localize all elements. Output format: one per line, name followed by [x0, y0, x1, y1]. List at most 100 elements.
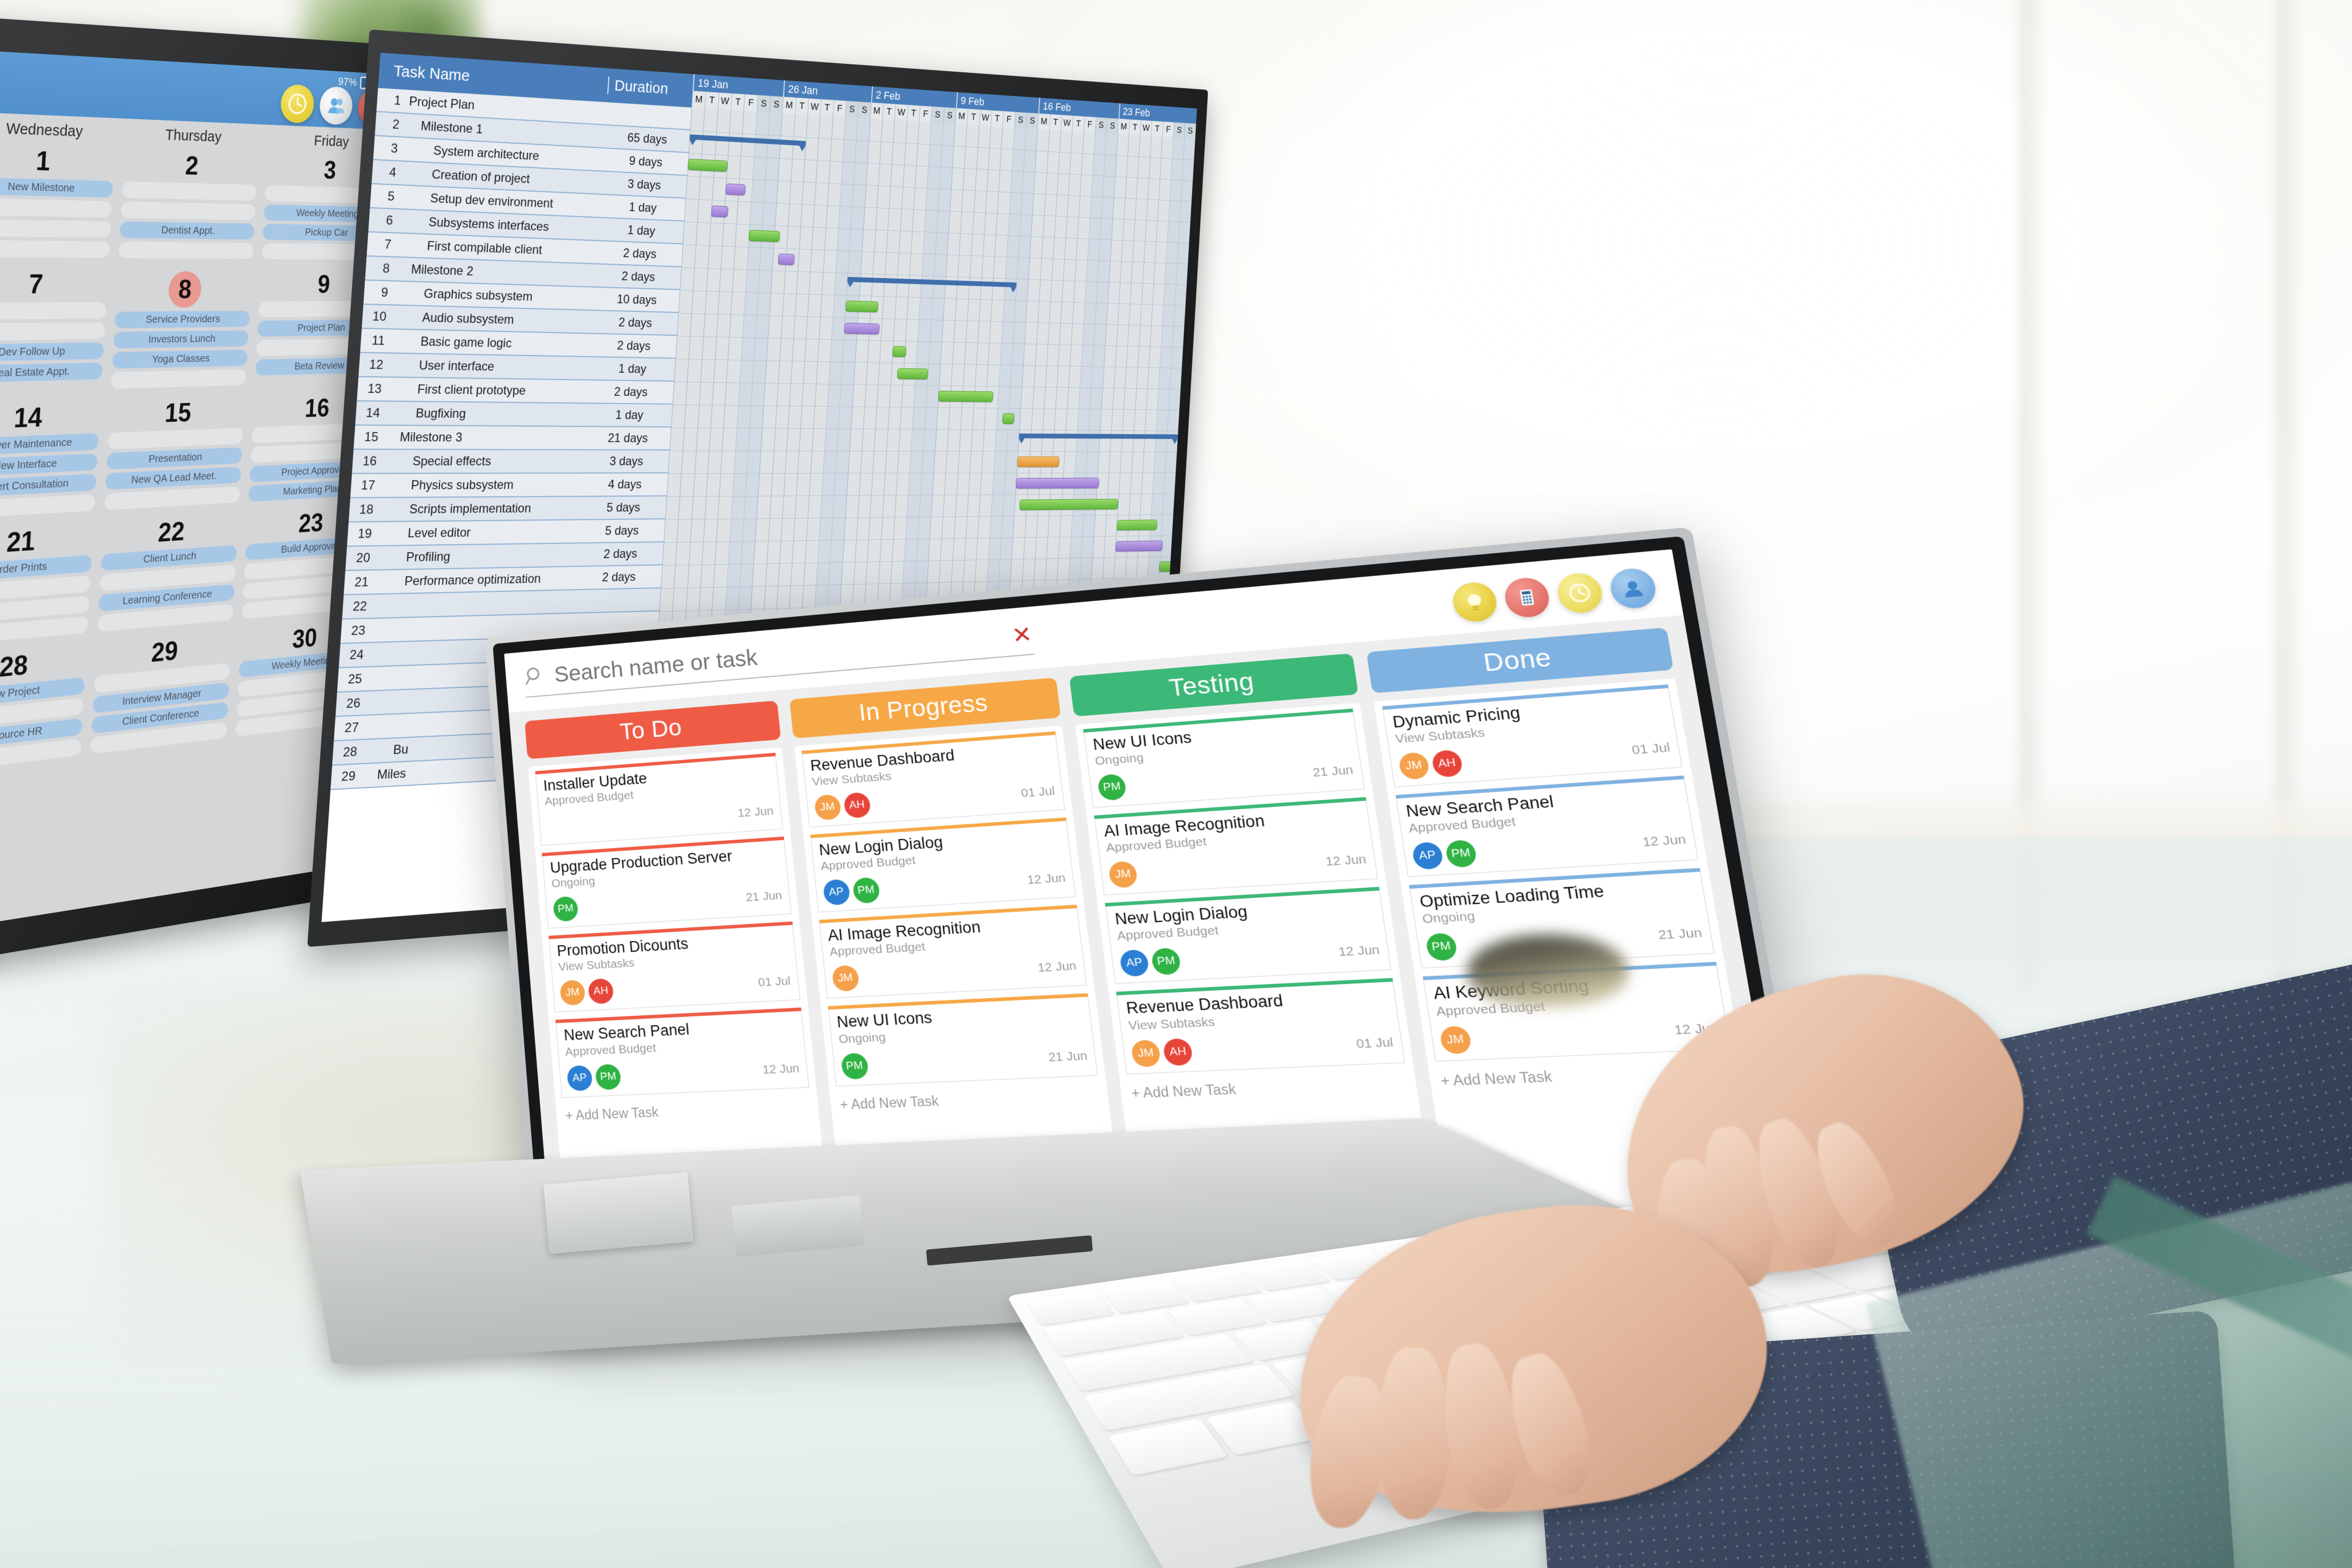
people-icon[interactable]	[319, 86, 353, 126]
calendar-event-empty-slot[interactable]	[0, 218, 111, 238]
gantt-task-bar[interactable]	[778, 253, 795, 266]
calendar-day-cell[interactable]: 28 New Project Outsource HR	[0, 642, 92, 784]
kanban-card[interactable]: New Search Panel Approved Budget AP PM 12 Ju…	[555, 1007, 809, 1098]
add-new-task-button[interactable]: + Add New Task	[836, 1084, 1101, 1114]
avatar[interactable]: PM	[594, 1063, 622, 1090]
calendar-event-empty-slot[interactable]	[0, 239, 110, 258]
calendar-event[interactable]: Presentation	[106, 447, 243, 470]
gantt-task-bar[interactable]	[725, 183, 746, 195]
calendar-day-cell[interactable]: 22 Client Lunch Learning Conference	[92, 511, 243, 642]
gantt-task-row[interactable]: 13 First client prototype 2 days	[357, 377, 674, 405]
calendar-day-cell[interactable]: 7 Dev Follow Up Real Estate Appt.	[0, 267, 113, 403]
gantt-task-bar[interactable]	[892, 346, 907, 357]
calendar-event[interactable]: New QA Lead Meet.	[105, 466, 242, 490]
calendar-event[interactable]: Dev Follow Up	[0, 342, 104, 362]
avatar[interactable]: JM	[813, 794, 842, 821]
calendar-event-empty-slot[interactable]	[103, 486, 240, 510]
kanban-card[interactable]: New Login Dialog Approved Budget AP PM 12 Ju…	[1105, 887, 1391, 984]
calendar-day-cell[interactable]: 8 Service Providers Investors Lunch Yoga Cl…	[105, 268, 257, 398]
kanban-card[interactable]: Dynamic Pricing View Subtasks JM AH 01 Jul	[1382, 684, 1683, 788]
gantt-task-bar[interactable]	[711, 205, 729, 217]
gantt-task-bar[interactable]	[748, 230, 780, 243]
clear-search-icon[interactable]: ✕	[1011, 622, 1034, 649]
gantt-task-bar[interactable]	[938, 390, 994, 402]
calendar-event-empty-slot[interactable]	[0, 198, 112, 218]
avatar[interactable]: PM	[1150, 947, 1182, 976]
avatar[interactable]: AH	[1430, 749, 1464, 778]
avatar[interactable]: JM	[1438, 1025, 1472, 1054]
avatar[interactable]: PM	[1424, 933, 1458, 962]
bulb-icon[interactable]	[1450, 581, 1499, 623]
avatar[interactable]: PM	[1097, 773, 1127, 801]
avatar[interactable]: AP	[566, 1065, 593, 1091]
gantt-task-bar[interactable]	[896, 368, 928, 380]
calendar-day-cell[interactable]: 2 Dentist Appt.	[113, 147, 263, 269]
calendar-event[interactable]: Server Maintenance	[0, 433, 99, 456]
calendar-day-cell[interactable]: 15 Presentation New QA Lead Meet.	[99, 395, 250, 521]
calendar-event[interactable]: New Milestone	[0, 177, 114, 198]
avatar[interactable]: JM	[559, 979, 586, 1006]
calendar-day-cell[interactable]: 29 Interview Manager Client Conference	[85, 629, 237, 765]
gantt-task-row[interactable]: 18 Scripts implementation 5 days	[348, 496, 667, 523]
calendar-event-empty-slot[interactable]	[107, 427, 244, 450]
calendar-event-empty-slot[interactable]	[0, 494, 96, 519]
avatar[interactable]: JM	[546, 813, 572, 839]
avatar[interactable]: PM	[552, 896, 579, 922]
add-new-task-button[interactable]: + Add New Task	[1127, 1072, 1409, 1103]
kanban-card[interactable]: Installer Update Approved Budget JM 12 Jun	[535, 752, 783, 846]
gantt-task-bar[interactable]	[1115, 540, 1163, 552]
calendar-event[interactable]: Yoga Classes	[111, 350, 248, 369]
kanban-card[interactable]: Revenue Dashboard View Subtasks JM AH 01 Jul	[801, 731, 1065, 828]
kanban-card[interactable]: New UI Icons Ongoing PM 21 Jun	[827, 993, 1098, 1087]
avatar[interactable]: AH	[1162, 1038, 1194, 1066]
avatar[interactable]: AP	[1119, 949, 1150, 977]
mouse-device[interactable]	[1467, 934, 1628, 1007]
calendar-day-cell[interactable]: 1 New Milestone	[0, 142, 120, 268]
kanban-card[interactable]: AI Image Recognition Approved Budget JM 12 …	[1094, 797, 1378, 896]
kanban-card[interactable]: Promotion Dicounts View Subtasks JM AH 01 Ju…	[548, 922, 801, 1013]
avatar[interactable]: AP	[1411, 841, 1444, 870]
avatar[interactable]: PM	[851, 877, 880, 904]
avatar[interactable]: PM	[1444, 839, 1477, 869]
calendar-event[interactable]: Real Estate Appt.	[0, 363, 103, 383]
avatar[interactable]: JM	[1130, 1039, 1162, 1067]
kanban-card[interactable]: AI Image Recognition Approved Budget JM 12 …	[818, 904, 1087, 999]
avatar[interactable]: AP	[822, 879, 851, 906]
calendar-event-empty-slot[interactable]	[0, 301, 107, 320]
gantt-task-bar[interactable]	[1019, 499, 1119, 510]
avatar[interactable]: AH	[842, 791, 871, 819]
gantt-task-bar[interactable]	[687, 159, 728, 172]
gantt-task-bar[interactable]	[845, 300, 879, 313]
calendar-event-empty-slot[interactable]	[110, 369, 247, 389]
calendar-event[interactable]: Service Providers	[114, 311, 250, 329]
kanban-card[interactable]: New Login Dialog Approved Budget AP PM 12 Ju…	[810, 817, 1076, 913]
calendar-event[interactable]: Dentist Appt.	[119, 221, 255, 240]
calendar-event-empty-slot[interactable]	[118, 242, 254, 259]
calendar-day-cell[interactable]: 21 Order Prints	[0, 521, 99, 657]
kanban-card[interactable]: New UI Icons Ongoing PM 21 Jun	[1083, 708, 1365, 808]
gantt-task-row[interactable]: 14 Bugfixing 1 day	[355, 401, 673, 428]
clock-icon[interactable]	[280, 84, 315, 124]
calendar-event[interactable]: Investors Lunch	[113, 330, 249, 349]
avatar[interactable]: AH	[587, 978, 614, 1005]
gantt-task-row[interactable]: 17 Physics subsystem 4 days	[350, 473, 668, 499]
gantt-task-bar[interactable]	[1015, 478, 1099, 489]
gantt-task-bar[interactable]	[1117, 519, 1158, 531]
avatar[interactable]: JM	[1107, 861, 1139, 889]
gantt-summary-bar[interactable]	[1019, 433, 1178, 439]
gantt-task-bar[interactable]	[1017, 456, 1060, 468]
avatar[interactable]: JM	[1397, 751, 1430, 780]
calendar-event-empty-slot[interactable]	[0, 616, 89, 646]
avatar[interactable]: PM	[840, 1052, 869, 1080]
calendar-event-empty-slot[interactable]	[120, 201, 256, 221]
calendar-day-cell[interactable]: 14 Server Maintenance New Interface Expert …	[0, 399, 105, 530]
add-new-task-button[interactable]: + Add New Task	[562, 1096, 811, 1125]
calendar-event[interactable]: New Interface	[0, 453, 98, 477]
calendar-event-empty-slot[interactable]	[0, 738, 81, 773]
gantt-task-row[interactable]: 15 Milestone 3 21 days	[353, 425, 672, 451]
kanban-card[interactable]: New Search Panel Approved Budget AP PM 12 Ju…	[1395, 775, 1699, 878]
kanban-card[interactable]: Revenue Dashboard View Subtasks JM AH 01 Jul	[1116, 978, 1405, 1074]
clock-icon[interactable]	[1555, 571, 1605, 615]
calculator-icon[interactable]	[1502, 576, 1552, 619]
user-icon[interactable]	[1607, 567, 1659, 610]
